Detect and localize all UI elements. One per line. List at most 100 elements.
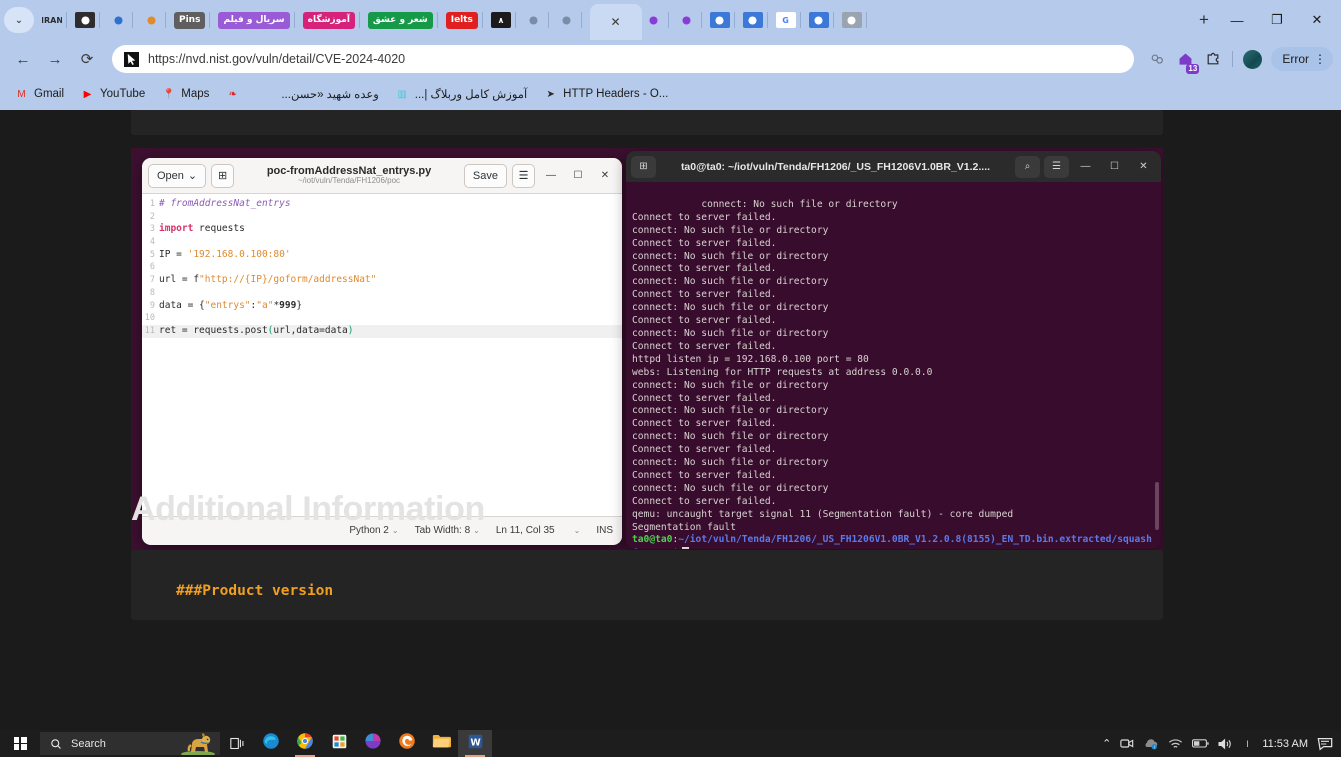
editor-close-button[interactable]: ✕ xyxy=(594,165,616,187)
taskbar-clock[interactable]: 11:53 AM xyxy=(1262,738,1308,750)
tab-close-icon[interactable]: ✕ xyxy=(610,15,620,29)
screen: ⌄ IRAN Pins سریال و فیلم آموزشگاه شعر و عشق I… xyxy=(0,0,1341,757)
editor-titlebar: Open ⌄ ⊞ poc-fromAddressNat_entrys.py ~/… xyxy=(142,158,622,194)
tab-amoozeshgah[interactable]: آموزشگاه xyxy=(301,4,366,37)
editor-minimize-button[interactable]: — xyxy=(540,165,562,187)
notification-center-icon[interactable] xyxy=(1317,737,1333,751)
profile-avatar[interactable] xyxy=(1239,46,1265,72)
bookmark-gmail[interactable]: M Gmail xyxy=(8,84,70,105)
bookmark-manager-icon[interactable] xyxy=(1144,46,1170,72)
system-tray: ⌃ i ا 11:53 AM xyxy=(1102,737,1341,751)
address-bar[interactable]: https://nvd.nist.gov/vuln/detail/CVE-202… xyxy=(112,45,1135,73)
bookmark-youtube[interactable]: ▶ YouTube xyxy=(74,84,151,105)
editor-cursor-position[interactable]: Ln 11, Col 35 xyxy=(496,525,555,536)
site-cursor-icon xyxy=(124,51,139,67)
terminal-maximize-button[interactable]: ☐ xyxy=(1102,156,1127,178)
forward-button[interactable]: → xyxy=(40,44,70,74)
open-button-label: Open xyxy=(157,169,184,182)
tab-gdocs-2[interactable] xyxy=(741,4,774,37)
bookmark-vadeh[interactable]: وعده شهید «حسن... xyxy=(255,84,384,105)
new-tab-button[interactable]: + xyxy=(1191,7,1217,33)
tab-separator xyxy=(667,12,669,28)
tab-sher-eshgh[interactable]: شعر و عشق xyxy=(366,4,444,37)
terminal-new-tab-button[interactable]: ⊞ xyxy=(631,155,656,178)
taskbar-chrome[interactable] xyxy=(288,730,322,757)
tab-serial-film[interactable]: سریال و فیلم xyxy=(216,4,300,37)
tab-search-button[interactable]: ⌄ xyxy=(4,7,34,33)
extension-badge-icon[interactable]: 13 xyxy=(1172,46,1200,74)
bookmark-maps[interactable]: 📍 Maps xyxy=(155,84,215,105)
tab-w-purple-2[interactable] xyxy=(675,4,708,37)
tray-wifi-icon[interactable] xyxy=(1168,738,1183,750)
bookmarks-bar: M Gmail ▶ YouTube 📍 Maps ❧ وعده شهید «حسن... ▥ آم… xyxy=(0,78,1341,110)
taskbar-edge-legacy[interactable] xyxy=(390,730,424,757)
tab-grey-page-favicon xyxy=(841,12,862,28)
tab-pins[interactable]: Pins xyxy=(172,4,216,37)
editor-line-number: 7 xyxy=(149,275,155,286)
open-button[interactable]: Open ⌄ xyxy=(148,163,207,188)
terminal-minimize-button[interactable]: — xyxy=(1073,156,1098,178)
tray-battery-icon[interactable] xyxy=(1192,738,1209,749)
tab-eight[interactable]: ٨ xyxy=(489,4,522,37)
search-input-label: Search xyxy=(71,737,106,750)
tab-separator xyxy=(547,12,549,28)
editor-maximize-button[interactable]: ☐ xyxy=(567,165,589,187)
search-input[interactable]: Search xyxy=(40,732,220,755)
tab-gdocs-1[interactable] xyxy=(708,4,741,37)
tab-iran[interactable]: IRAN xyxy=(40,4,73,37)
back-button[interactable]: ← xyxy=(8,44,38,74)
taskbar-edge[interactable] xyxy=(254,730,288,757)
tab-grey-b[interactable] xyxy=(555,4,588,37)
tray-meet-icon[interactable] xyxy=(1120,737,1134,750)
tab-grey-a[interactable] xyxy=(522,4,555,37)
terminal-scrollbar[interactable] xyxy=(1155,482,1159,530)
taskbar-explorer[interactable] xyxy=(424,730,458,757)
editor-line-code: # fromAddressNat_entrys xyxy=(159,198,291,209)
bookmark-amoozesh[interactable]: ▥ آموزش کامل وربلاگ |... xyxy=(389,84,533,105)
task-view-button[interactable] xyxy=(220,730,254,757)
tray-cloud-sync-icon[interactable]: i xyxy=(1143,737,1159,750)
tab-swirl[interactable] xyxy=(139,4,172,37)
bookmark-http-headers[interactable]: ➤ HTTP Headers - O... xyxy=(537,84,674,105)
tab-ielts[interactable]: Ielts xyxy=(444,4,489,37)
tab-w-purple-1[interactable] xyxy=(642,4,675,37)
hamburger-menu-icon[interactable]: ☰ xyxy=(512,163,535,188)
tab-strip: ⌄ IRAN Pins سریال و فیلم آموزشگاه شعر و عشق I… xyxy=(0,0,1341,40)
editor-position-chevron[interactable]: ⌄ xyxy=(574,526,581,535)
reload-button[interactable]: ⟳ xyxy=(72,44,102,74)
active-tab[interactable]: ✕ xyxy=(589,4,642,40)
taskbar-powerpoint[interactable] xyxy=(356,730,390,757)
extensions-puzzle-icon[interactable] xyxy=(1200,46,1226,72)
tab-globe[interactable] xyxy=(106,4,139,37)
start-button[interactable] xyxy=(0,730,40,757)
taskbar-store[interactable] xyxy=(322,730,356,757)
tab-grey-page[interactable] xyxy=(840,4,873,37)
tab-separator xyxy=(733,12,735,28)
taskbar-powerpoint-icon xyxy=(364,732,382,755)
bookmark-red[interactable]: ❧ xyxy=(219,84,251,105)
tab-separator xyxy=(132,12,133,28)
tab-separator xyxy=(580,12,582,28)
save-button[interactable]: Save xyxy=(463,163,507,188)
terminal-close-button[interactable]: ✕ xyxy=(1131,156,1156,178)
error-button[interactable]: Error ⋮ xyxy=(1271,47,1333,71)
minimize-button[interactable]: — xyxy=(1217,3,1257,37)
windows-logo-icon xyxy=(13,737,27,750)
tab-sher-eshgh-favicon: شعر و عشق xyxy=(367,11,433,29)
tab-gdocs-3[interactable] xyxy=(807,4,840,37)
search-icon[interactable]: ⌕ xyxy=(1015,155,1040,178)
taskbar-word[interactable]: W xyxy=(458,730,492,757)
editor-text-area[interactable]: 1 # fromAddressNat_entrys 2 3 import request… xyxy=(142,194,622,516)
code-block-text: ###Product version xyxy=(176,583,334,599)
terminal-output[interactable]: connect: No such file or directory Conne… xyxy=(626,182,1161,549)
terminal-menu-icon[interactable]: ☰ xyxy=(1044,155,1069,178)
tray-chevron-icon[interactable]: ⌃ xyxy=(1102,737,1111,750)
tray-volume-icon[interactable] xyxy=(1218,738,1233,750)
new-document-button[interactable]: ⊞ xyxy=(211,163,235,188)
maximize-button[interactable]: ❐ xyxy=(1257,3,1297,37)
browser-menu-icon[interactable]: ⋮ xyxy=(1314,53,1326,65)
tab-colorful[interactable] xyxy=(73,4,106,37)
tab-google[interactable]: G xyxy=(774,4,807,37)
tray-language-icon[interactable]: ا xyxy=(1242,738,1253,750)
close-button[interactable]: ✕ xyxy=(1297,3,1337,37)
